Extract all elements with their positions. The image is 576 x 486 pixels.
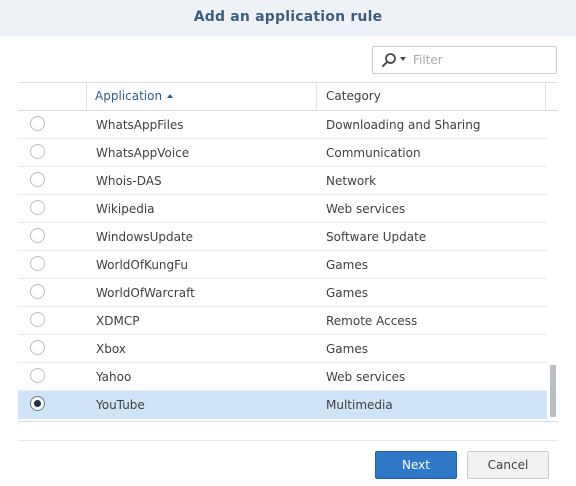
scrollbar[interactable]	[548, 111, 558, 419]
sort-ascending-icon	[167, 94, 174, 98]
cell-application: WhatsAppVoice	[96, 146, 190, 160]
cell-category: Web services	[326, 202, 406, 216]
row-radio[interactable]	[30, 340, 45, 355]
footer-divider	[18, 440, 558, 441]
dialog-title-bar: Add an application rule	[0, 0, 576, 36]
table-row[interactable]: YouTube Multimedia	[18, 391, 547, 419]
cell-application: WorldOfKungFu	[96, 258, 189, 272]
chevron-down-icon[interactable]	[400, 57, 406, 61]
column-header-application[interactable]: Application	[87, 83, 317, 110]
row-radio[interactable]	[30, 172, 45, 187]
cell-category: Games	[326, 258, 368, 272]
filter-input[interactable]	[413, 50, 549, 70]
cell-application: WhatsAppFiles	[96, 118, 184, 132]
row-radio[interactable]	[30, 228, 45, 243]
table-row[interactable]: WindowsUpdate Software Update	[18, 223, 547, 251]
dialog-title: Add an application rule	[193, 9, 383, 25]
cell-category: Games	[326, 286, 368, 300]
table-row[interactable]: WorldOfKungFu Games	[18, 251, 547, 279]
next-button[interactable]: Next	[375, 451, 457, 479]
cell-application: WorldOfWarcraft	[96, 286, 195, 300]
cell-category: Software Update	[326, 230, 427, 244]
cell-category: Multimedia	[326, 398, 393, 412]
application-grid: Application Category WhatsAppFiles Downlo…	[18, 82, 558, 422]
table-row[interactable]: Yahoo Web services	[18, 363, 547, 391]
row-radio[interactable]	[30, 396, 45, 411]
cancel-button[interactable]: Cancel	[467, 451, 549, 479]
cell-category: Downloading and Sharing	[326, 118, 481, 132]
table-row[interactable]: Xbox Games	[18, 335, 547, 363]
cell-application: Yahoo	[96, 370, 132, 384]
cell-category: Web services	[326, 370, 406, 384]
cell-category: Remote Access	[326, 314, 418, 328]
cell-category: Communication	[326, 146, 421, 160]
grid-rows: WhatsAppFiles Downloading and Sharing What…	[18, 111, 547, 419]
table-row[interactable]: WhatsAppFiles Downloading and Sharing	[18, 111, 547, 139]
table-row[interactable]: Wikipedia Web services	[18, 195, 547, 223]
row-radio[interactable]	[30, 312, 45, 327]
cell-category: Network	[326, 174, 377, 188]
grid-header: Application Category	[18, 83, 558, 111]
cell-application: WindowsUpdate	[96, 230, 194, 244]
filter-box[interactable]	[372, 46, 557, 74]
cell-application: XDMCP	[96, 314, 140, 328]
scroll-thumb[interactable]	[550, 365, 556, 417]
row-radio[interactable]	[30, 284, 45, 299]
cell-application: Xbox	[96, 342, 126, 356]
row-radio[interactable]	[30, 256, 45, 271]
search-icon[interactable]	[381, 52, 397, 68]
row-radio[interactable]	[30, 144, 45, 159]
column-header-category[interactable]: Category	[318, 83, 546, 110]
cell-application: YouTube	[96, 398, 145, 412]
row-radio[interactable]	[30, 116, 45, 131]
row-radio[interactable]	[30, 368, 45, 383]
table-row[interactable]: Whois-DAS Network	[18, 167, 547, 195]
cell-application: Wikipedia	[96, 202, 155, 216]
row-radio[interactable]	[30, 200, 45, 215]
table-row[interactable]: WhatsAppVoice Communication	[18, 139, 547, 167]
column-header-category-label: Category	[326, 89, 381, 103]
table-row[interactable]: XDMCP Remote Access	[18, 307, 547, 335]
column-header-application-label: Application	[95, 89, 163, 103]
select-column-header	[18, 83, 87, 110]
cell-application: Whois-DAS	[96, 174, 162, 188]
table-row[interactable]: WorldOfWarcraft Games	[18, 279, 547, 307]
cell-category: Games	[326, 342, 368, 356]
